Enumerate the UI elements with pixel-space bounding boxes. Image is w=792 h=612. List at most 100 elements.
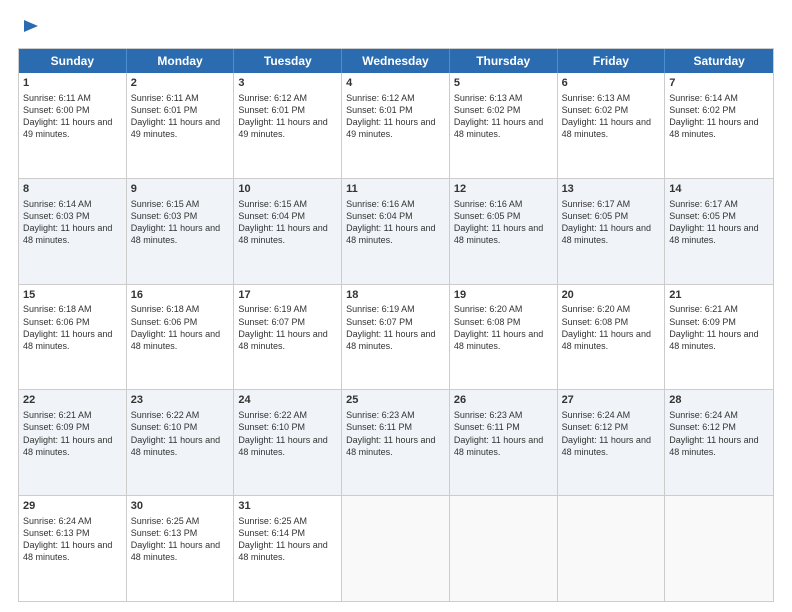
sunset-text: Sunset: 6:01 PM: [131, 105, 198, 115]
calendar-cell: 2Sunrise: 6:11 AMSunset: 6:01 PMDaylight…: [127, 73, 235, 178]
day-number: 20: [562, 288, 661, 303]
sunset-text: Sunset: 6:01 PM: [346, 105, 413, 115]
logo: [18, 18, 40, 38]
sunrise-text: Sunrise: 6:14 AM: [23, 199, 92, 209]
sunset-text: Sunset: 6:12 PM: [562, 422, 629, 432]
day-number: 14: [669, 182, 769, 197]
daylight-text: Daylight: 11 hours and 48 minutes.: [346, 223, 435, 245]
calendar-cell: 28Sunrise: 6:24 AMSunset: 6:12 PMDayligh…: [665, 390, 773, 495]
daylight-text: Daylight: 11 hours and 48 minutes.: [562, 435, 651, 457]
daylight-text: Daylight: 11 hours and 48 minutes.: [454, 223, 543, 245]
day-number: 30: [131, 499, 230, 514]
sunrise-text: Sunrise: 6:24 AM: [669, 410, 738, 420]
calendar-cell: 5Sunrise: 6:13 AMSunset: 6:02 PMDaylight…: [450, 73, 558, 178]
day-number: 27: [562, 393, 661, 408]
sunset-text: Sunset: 6:06 PM: [23, 317, 90, 327]
daylight-text: Daylight: 11 hours and 48 minutes.: [562, 223, 651, 245]
calendar-header: SundayMondayTuesdayWednesdayThursdayFrid…: [19, 49, 773, 73]
day-number: 8: [23, 182, 122, 197]
sunset-text: Sunset: 6:14 PM: [238, 528, 305, 538]
sunset-text: Sunset: 6:00 PM: [23, 105, 90, 115]
day-number: 11: [346, 182, 445, 197]
sunset-text: Sunset: 6:03 PM: [131, 211, 198, 221]
day-number: 12: [454, 182, 553, 197]
daylight-text: Daylight: 11 hours and 48 minutes.: [238, 329, 327, 351]
sunset-text: Sunset: 6:13 PM: [131, 528, 198, 538]
sunset-text: Sunset: 6:03 PM: [23, 211, 90, 221]
calendar-cell: 8 Sunrise: 6:14 AM Sunset: 6:03 PM Daylight…: [19, 179, 127, 284]
sunset-text: Sunset: 6:11 PM: [454, 422, 520, 432]
day-number: 1: [23, 76, 122, 91]
day-number: 16: [131, 288, 230, 303]
calendar-cell: [342, 496, 450, 601]
daylight-text: Daylight: 11 hours and 48 minutes.: [669, 223, 758, 245]
sunset-text: Sunset: 6:10 PM: [131, 422, 198, 432]
daylight-text: Daylight: 11 hours and 48 minutes.: [669, 329, 758, 351]
calendar-row: 15Sunrise: 6:18 AM Sunset: 6:06 PM Dayligh…: [19, 284, 773, 390]
sunrise-text: Sunrise: 6:18 AM: [23, 304, 92, 314]
logo-text: [18, 18, 40, 38]
calendar-cell: 6Sunrise: 6:13 AMSunset: 6:02 PMDaylight…: [558, 73, 666, 178]
day-number: 6: [562, 76, 661, 91]
sunset-text: Sunset: 6:09 PM: [669, 317, 736, 327]
calendar-cell: 16Sunrise: 6:18 AMSunset: 6:06 PMDayligh…: [127, 285, 235, 390]
calendar-cell: 12 Sunrise: 6:16 AM Sunset: 6:05 PM Dayligh…: [450, 179, 558, 284]
calendar-row: 1 Sunrise: 6:11 AM Sunset: 6:00 PM Daylight…: [19, 73, 773, 178]
day-number: 4: [346, 76, 445, 91]
daylight-text: Daylight: 11 hours and 48 minutes.: [454, 329, 543, 351]
daylight-text: Daylight: 11 hours and 48 minutes.: [23, 329, 112, 351]
daylight-text: Daylight: 11 hours and 48 minutes.: [562, 329, 651, 351]
sunrise-text: Sunrise: 6:22 AM: [131, 410, 200, 420]
calendar-cell: 1Sunrise: 6:11 AMSunset: 6:00 PMDaylight…: [19, 73, 127, 178]
sunset-text: Sunset: 6:05 PM: [454, 211, 521, 221]
sunrise-text: Sunrise: 6:17 AM: [562, 199, 631, 209]
logo-flag-icon: [20, 18, 40, 38]
daylight-text: Daylight: 11 hours and 48 minutes.: [669, 117, 758, 139]
calendar-cell: 10Sunrise: 6:15 AMSunset: 6:04 PMDayligh…: [234, 179, 342, 284]
calendar-cell: 29Sunrise: 6:24 AMSunset: 6:13 PMDayligh…: [19, 496, 127, 601]
calendar-cell: 4 Sunrise: 6:12 AM Sunset: 6:01 PM Daylight…: [342, 73, 450, 178]
sunset-text: Sunset: 6:13 PM: [23, 528, 90, 538]
day-number: 22: [23, 393, 122, 408]
sunrise-text: Sunrise: 6:11 AM: [23, 93, 91, 103]
calendar-cell: 9Sunrise: 6:15 AMSunset: 6:03 PMDaylight…: [127, 179, 235, 284]
sunrise-text: Sunrise: 6:16 AM: [454, 199, 523, 209]
calendar-cell: 31Sunrise: 6:25 AMSunset: 6:14 PMDayligh…: [234, 496, 342, 601]
calendar-header-day: Sunday: [19, 49, 127, 73]
day-number: 21: [669, 288, 769, 303]
sunset-text: Sunset: 6:07 PM: [238, 317, 305, 327]
daylight-text: Daylight: 11 hours and 48 minutes.: [23, 223, 112, 245]
calendar-cell: [558, 496, 666, 601]
sunset-text: Sunset: 6:04 PM: [346, 211, 413, 221]
sunrise-text: Sunrise: 6:12 AM: [346, 93, 415, 103]
day-number: 15: [23, 288, 122, 303]
day-number: 28: [669, 393, 769, 408]
sunset-text: Sunset: 6:05 PM: [669, 211, 736, 221]
calendar: SundayMondayTuesdayWednesdayThursdayFrid…: [18, 48, 774, 602]
sunset-text: Sunset: 6:02 PM: [454, 105, 521, 115]
sunrise-text: Sunrise: 6:17 AM: [669, 199, 738, 209]
calendar-header-day: Monday: [127, 49, 235, 73]
calendar-cell: 21Sunrise: 6:21 AMSunset: 6:09 PMDayligh…: [665, 285, 773, 390]
daylight-text: Daylight: 11 hours and 48 minutes.: [669, 435, 758, 457]
sunrise-text: Sunrise: 6:12 AM: [238, 93, 307, 103]
day-number: 26: [454, 393, 553, 408]
daylight-text: Daylight: 11 hours and 49 minutes.: [346, 117, 435, 139]
sunrise-text: Sunrise: 6:15 AM: [131, 199, 200, 209]
sunset-text: Sunset: 6:11 PM: [346, 422, 412, 432]
sunset-text: Sunset: 6:08 PM: [562, 317, 629, 327]
sunset-text: Sunset: 6:10 PM: [238, 422, 305, 432]
sunrise-text: Sunrise: 6:23 AM: [346, 410, 415, 420]
calendar-cell: 3Sunrise: 6:12 AMSunset: 6:01 PMDaylight…: [234, 73, 342, 178]
calendar-row: 29Sunrise: 6:24 AMSunset: 6:13 PMDayligh…: [19, 495, 773, 601]
calendar-cell: 17Sunrise: 6:19 AMSunset: 6:07 PMDayligh…: [234, 285, 342, 390]
sunrise-text: Sunrise: 6:19 AM: [238, 304, 307, 314]
sunrise-text: Sunrise: 6:24 AM: [562, 410, 631, 420]
calendar-cell: 18Sunrise: 6:19 AMSunset: 6:07 PMDayligh…: [342, 285, 450, 390]
daylight-text: Daylight: 11 hours and 48 minutes.: [131, 540, 220, 562]
day-number: 9: [131, 182, 230, 197]
calendar-header-day: Saturday: [665, 49, 773, 73]
calendar-cell: 27 Sunrise: 6:24 AM Sunset: 6:12 PM Dayligh…: [558, 390, 666, 495]
sunrise-text: Sunrise: 6:16 AM: [346, 199, 415, 209]
day-number: 18: [346, 288, 445, 303]
